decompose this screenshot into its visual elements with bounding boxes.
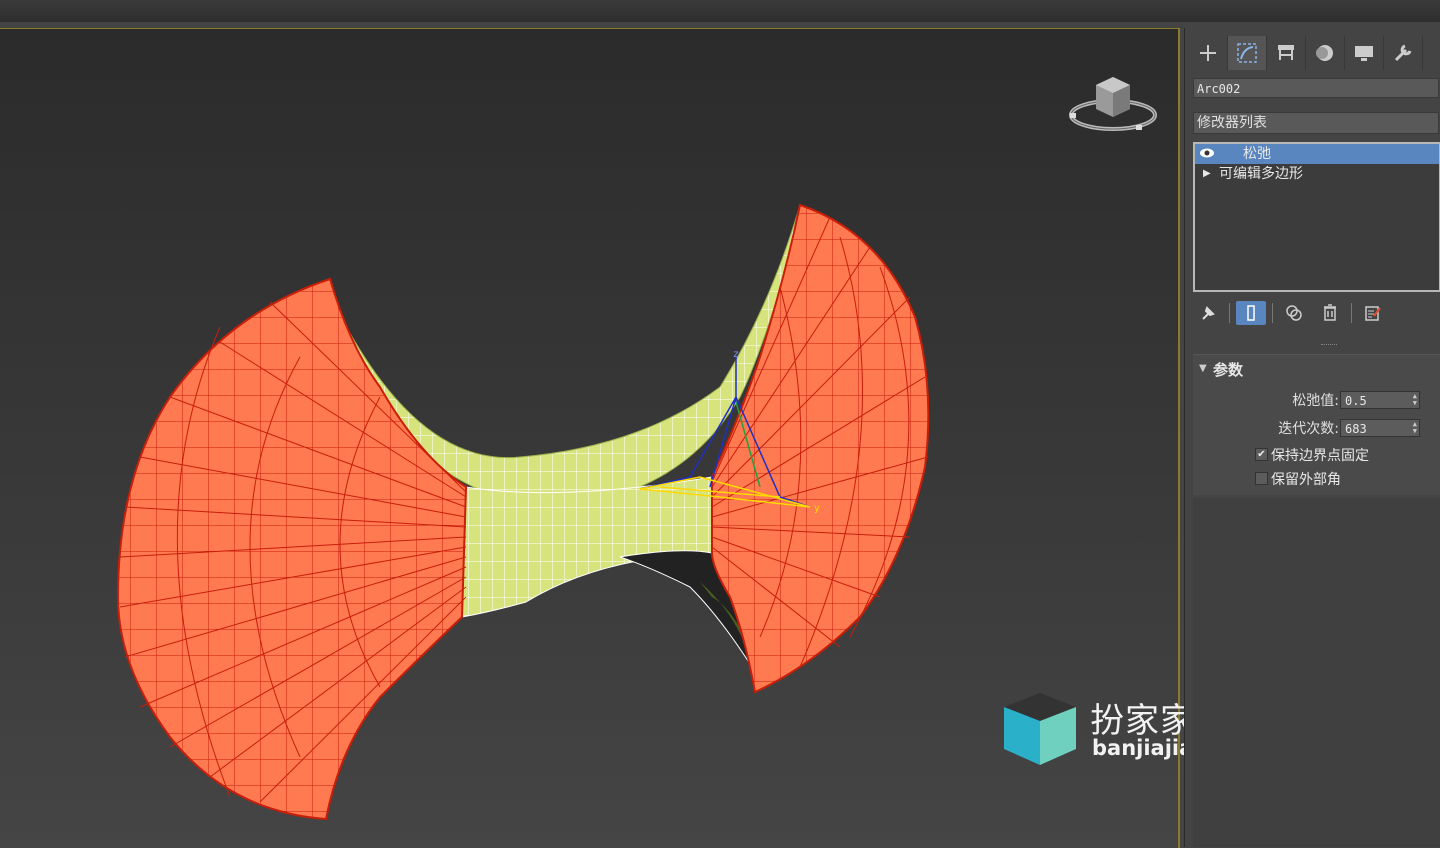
eye-icon[interactable] (1199, 147, 1215, 159)
parameters-rollout: ▼ 参数 松弛值: 0.5 ▲ ▼ 迭代次数: 683 ▲ ▼ ✔ 保持边界点固定 … (1193, 354, 1440, 495)
hierarchy-icon (1278, 45, 1294, 60)
stack-item-label: 可编辑多边形 (1219, 166, 1303, 182)
object-name-field[interactable]: Arc002 (1193, 78, 1439, 98)
expand-triangle-icon[interactable]: ▶ (1203, 164, 1211, 184)
modify-tab[interactable] (1228, 36, 1267, 70)
pin-stack-icon (1202, 306, 1215, 320)
gizmo-y-label: y (814, 503, 820, 514)
panel-empty-area (1193, 498, 1440, 847)
display-tab[interactable] (1345, 36, 1384, 70)
iterations-text: 683 (1345, 422, 1367, 436)
motion-circle-icon (1316, 45, 1333, 61)
gizmo-z-label: z (733, 349, 738, 360)
stack-item-label: 松弛 (1243, 146, 1271, 162)
modifier-list-dropdown[interactable]: 修改器列表 (1193, 112, 1439, 134)
rollout-title[interactable]: 参数 (1213, 359, 1243, 380)
save-outer-corners-label: 保留外部角 (1271, 472, 1341, 488)
create-tab[interactable] (1189, 36, 1228, 70)
relax-value-label: 松弛值: (1292, 393, 1339, 409)
show-end-result-button[interactable] (1236, 301, 1266, 325)
plus-icon (1200, 45, 1216, 61)
modify-curve-icon (1237, 43, 1257, 63)
pin-stack-button[interactable] (1193, 301, 1223, 325)
configure-modifier-sets-icon (1365, 306, 1381, 321)
hierarchy-tab[interactable] (1267, 36, 1306, 70)
inner-surface-center (461, 476, 713, 618)
iterations-spinner[interactable]: 683 ▲ ▼ (1340, 419, 1420, 437)
remove-modifier-icon (1324, 304, 1336, 321)
command-panel-tabs (1189, 36, 1440, 70)
remove-modifier-button[interactable] (1315, 301, 1345, 325)
modifier-stack: 松弛 ▶ 可编辑多边形 (1193, 142, 1440, 292)
keep-boundary-label: 保持边界点固定 (1271, 448, 1369, 464)
viewcube-icon[interactable] (1068, 69, 1158, 139)
make-unique-icon (1286, 305, 1302, 321)
toolbar-divider (1351, 303, 1352, 323)
stack-item-editable-poly[interactable]: ▶ 可编辑多边形 (1195, 164, 1439, 184)
stack-item-relax[interactable]: 松弛 (1195, 144, 1439, 164)
iterations-label: 迭代次数: (1278, 421, 1339, 437)
toolbar-divider (1272, 303, 1273, 323)
make-unique-button[interactable] (1279, 301, 1309, 325)
save-outer-corners-checkbox[interactable] (1255, 472, 1268, 485)
command-panel: Arc002 修改器列表 松弛 ▶ 可编辑多边形 ▼ 参数 松弛值: 0.5 ▲… (1184, 28, 1440, 847)
keep-boundary-checkbox[interactable]: ✔ (1255, 448, 1268, 461)
wrench-icon (1394, 44, 1412, 62)
show-end-result-icon (1247, 305, 1255, 321)
panel-divider-grip[interactable] (1321, 344, 1337, 348)
motion-tab[interactable] (1306, 36, 1345, 70)
right-fan-surface (711, 203, 930, 694)
collapse-arrow-icon[interactable]: ▼ (1199, 363, 1207, 374)
relax-value-text: 0.5 (1345, 394, 1367, 408)
relax-value-spinner[interactable]: 0.5 ▲ ▼ (1340, 391, 1420, 409)
utilities-tab[interactable] (1384, 36, 1423, 70)
spinner-arrows-icon[interactable]: ▲ ▼ (1413, 393, 1417, 407)
spinner-arrows-icon[interactable]: ▲ ▼ (1413, 421, 1417, 435)
toolbar-divider (1229, 303, 1230, 323)
configure-modifier-sets-button[interactable] (1358, 301, 1388, 325)
top-toolbar (0, 0, 1440, 22)
monitor-icon (1355, 46, 1373, 61)
stack-toolbar (1193, 300, 1440, 326)
